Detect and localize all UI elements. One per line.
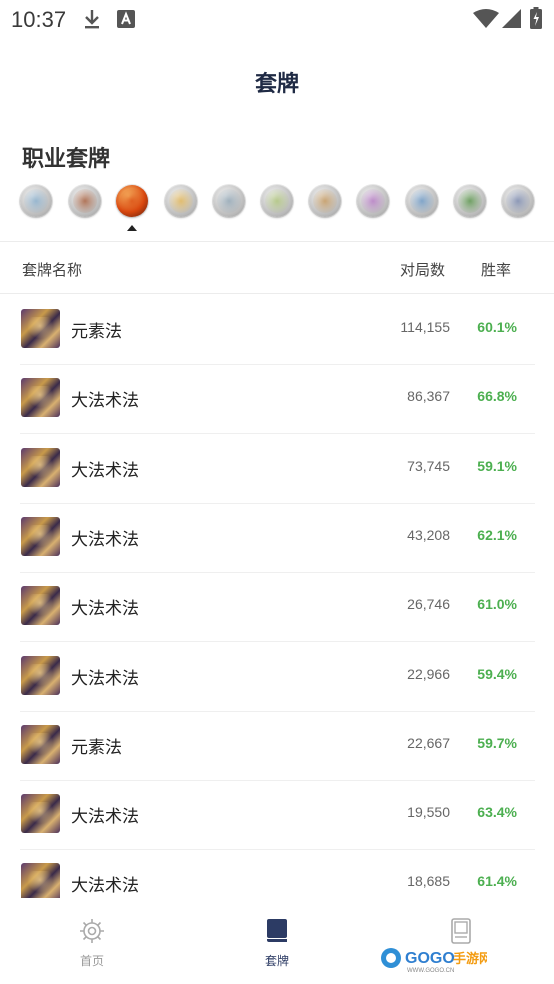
- class-emblem: [217, 189, 241, 213]
- class-emblem: [458, 189, 482, 213]
- deck-thumbnail: [21, 724, 60, 764]
- class-icon-5[interactable]: [213, 185, 245, 217]
- class-emblem: [120, 189, 144, 213]
- class-icon-2[interactable]: [69, 185, 101, 217]
- signal-icon: [502, 9, 521, 28]
- deck-thumbnail: [21, 586, 60, 626]
- class-emblem: [313, 189, 337, 213]
- deck-winrate: 59.4%: [477, 665, 517, 682]
- home-gear-icon: [80, 919, 104, 943]
- bottom-nav: 首页 套牌 GOGO 手游网 WWW.GOGO.CN: [0, 898, 554, 984]
- class-icon-10[interactable]: [454, 185, 486, 217]
- class-emblem: [169, 189, 193, 213]
- page-title: 套牌: [254, 72, 299, 97]
- class-icon-7[interactable]: [309, 185, 341, 217]
- divider: [0, 293, 554, 294]
- class-icon-8[interactable]: [357, 185, 389, 217]
- nav-decks[interactable]: 套牌: [237, 918, 317, 969]
- class-icon-3[interactable]: [116, 185, 148, 217]
- font-a-icon: [117, 10, 135, 28]
- deck-row[interactable]: 元素法 114,155 60.1%: [20, 295, 535, 365]
- deck-row[interactable]: 大法术法 22,966 59.4%: [20, 642, 535, 712]
- watermark-logo: GOGO 手游网 WWW.GOGO.CN: [381, 948, 487, 974]
- deck-winrate: 59.1%: [477, 457, 517, 474]
- class-icon-6[interactable]: [261, 185, 293, 217]
- selected-indicator: [127, 225, 137, 231]
- deck-games: 43,208: [407, 526, 450, 543]
- deck-name: 大法术法: [71, 668, 139, 689]
- deck-games: 26,746: [407, 596, 450, 613]
- deck-winrate: 61.0%: [477, 596, 517, 613]
- deck-games: 86,367: [407, 388, 450, 405]
- deck-games: 22,667: [407, 734, 450, 751]
- download-icon: [85, 10, 99, 29]
- svg-text:手游网: 手游网: [453, 951, 487, 967]
- class-icon-1[interactable]: [20, 185, 52, 217]
- class-icon-11[interactable]: [502, 185, 534, 217]
- deck-row[interactable]: 大法术法 73,745 59.1%: [20, 434, 535, 504]
- class-emblem: [24, 189, 48, 213]
- wifi-icon: [473, 9, 499, 28]
- class-emblem: [410, 189, 434, 213]
- status-time: 10:37: [11, 7, 67, 32]
- deck-games: 73,745: [407, 457, 450, 474]
- class-icon-4[interactable]: [165, 185, 197, 217]
- deck-book-icon: [267, 919, 287, 942]
- deck-name: 元素法: [71, 322, 122, 342]
- class-emblem: [361, 189, 385, 213]
- header-games: 对局数: [400, 261, 446, 279]
- deck-games: 18,685: [407, 873, 450, 890]
- deck-winrate: 62.1%: [477, 526, 517, 543]
- deck-list: 元素法 114,155 60.1% 大法术法 86,367 66.8% 大法术法 73,745…: [0, 295, 554, 898]
- class-emblem: [265, 189, 289, 213]
- deck-row[interactable]: 大法术法 26,746 61.0%: [20, 572, 535, 643]
- deck-thumbnail: [21, 655, 60, 695]
- deck-thumbnail: [21, 378, 60, 418]
- deck-winrate: 63.4%: [477, 804, 517, 821]
- class-emblem: [506, 189, 530, 213]
- deck-row[interactable]: 大法术法 19,550 63.4%: [20, 780, 535, 851]
- table-header: 套牌名称 对局数 胜率: [0, 243, 554, 293]
- header-winrate: 胜率: [481, 261, 512, 279]
- deck-thumbnail: [21, 863, 60, 898]
- class-emblem: [73, 189, 97, 213]
- deck-row[interactable]: 元素法 22,667 59.7%: [20, 711, 535, 781]
- deck-winrate: 60.1%: [477, 319, 517, 335]
- battery-icon: [530, 7, 542, 29]
- card-icon: [451, 918, 471, 944]
- deck-row[interactable]: 大法术法 18,685 61.4%: [20, 849, 535, 898]
- deck-thumbnail: [21, 309, 60, 348]
- nav-home-label: 首页: [79, 954, 104, 968]
- status-bar: 10:37: [0, 0, 554, 38]
- nav-decks-label: 套牌: [264, 954, 289, 968]
- deck-thumbnail: [21, 516, 60, 556]
- deck-games: 22,966: [407, 665, 450, 682]
- deck-winrate: 61.4%: [477, 873, 517, 890]
- deck-name: 大法术法: [71, 391, 139, 412]
- deck-row[interactable]: 大法术法 43,208 62.1%: [20, 503, 535, 573]
- deck-name: 大法术法: [71, 876, 139, 897]
- divider: [0, 241, 554, 242]
- header-deck-name: 套牌名称: [22, 261, 83, 279]
- deck-name: 大法术法: [71, 529, 139, 550]
- class-selector: [20, 185, 540, 235]
- deck-winrate: 66.8%: [477, 388, 517, 405]
- svg-text:GOGO: GOGO: [405, 950, 455, 967]
- deck-thumbnail: [21, 794, 60, 834]
- deck-name: 大法术法: [71, 460, 139, 481]
- deck-name: 大法术法: [71, 807, 139, 828]
- svg-text:WWW.GOGO.CN: WWW.GOGO.CN: [407, 968, 454, 974]
- deck-name: 元素法: [71, 737, 122, 758]
- deck-thumbnail: [21, 447, 60, 487]
- class-icon-9[interactable]: [406, 185, 438, 217]
- deck-row[interactable]: 大法术法 86,367 66.8%: [20, 364, 535, 435]
- deck-winrate: 59.7%: [477, 734, 517, 751]
- deck-games: 19,550: [407, 804, 450, 821]
- nav-home[interactable]: 首页: [52, 918, 132, 969]
- nav-cards[interactable]: [421, 918, 501, 948]
- deck-games: 114,155: [400, 319, 450, 335]
- deck-name: 大法术法: [71, 599, 139, 620]
- section-title: 职业套牌: [22, 147, 111, 172]
